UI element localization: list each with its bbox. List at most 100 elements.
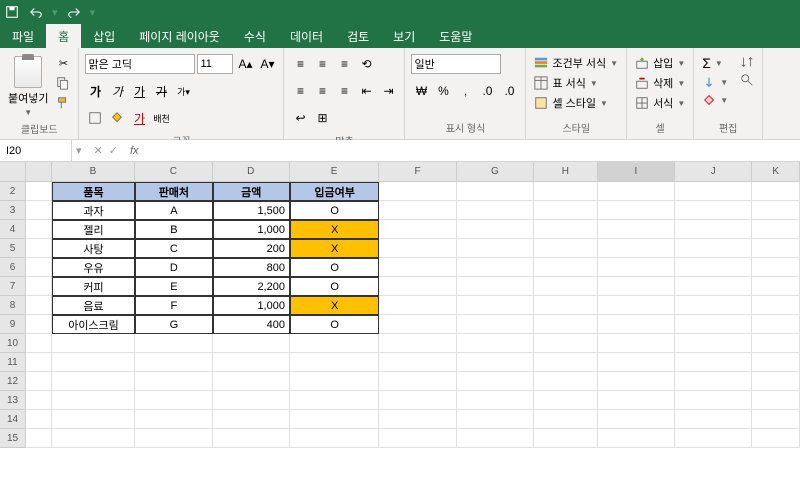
cell-C10[interactable] (135, 334, 212, 353)
comma-icon[interactable]: , (455, 81, 475, 101)
namebox-dropdown-icon[interactable]: ▾ (72, 144, 86, 157)
cell-E7[interactable]: O (290, 277, 379, 296)
format-painter-icon[interactable] (54, 94, 72, 112)
cell-A15[interactable] (26, 429, 52, 448)
cell-J6[interactable] (675, 258, 752, 277)
cell-J12[interactable] (675, 372, 752, 391)
cell-K3[interactable] (752, 201, 800, 220)
cell-C11[interactable] (135, 353, 212, 372)
row-header-2[interactable]: 2 (0, 182, 26, 201)
row-header-5[interactable]: 5 (0, 239, 26, 258)
cell-D15[interactable] (213, 429, 290, 448)
hanja-button[interactable]: 배천 (151, 108, 171, 128)
cell-E15[interactable] (290, 429, 379, 448)
name-box[interactable] (0, 140, 72, 161)
cell-K12[interactable] (752, 372, 800, 391)
row-header-3[interactable]: 3 (0, 201, 26, 220)
cell-F7[interactable] (379, 277, 456, 296)
paste-button[interactable]: 붙여넣기 ▼ (6, 54, 50, 119)
cell-E3[interactable]: O (290, 201, 379, 220)
italic-button[interactable]: 가 (107, 81, 127, 101)
cell-K11[interactable] (752, 353, 800, 372)
cell-style-button[interactable]: 셀 스타일 ▼ (532, 94, 620, 112)
cancel-formula-icon[interactable]: ✕ (94, 144, 103, 157)
indent-increase-icon[interactable]: ⇥ (378, 81, 398, 101)
cell-H14[interactable] (534, 410, 598, 429)
cell-D6[interactable]: 800 (213, 258, 290, 277)
save-icon[interactable] (4, 4, 20, 20)
cell-C12[interactable] (135, 372, 212, 391)
cell-I11[interactable] (598, 353, 675, 372)
cell-G7[interactable] (457, 277, 534, 296)
cell-C9[interactable]: G (135, 315, 212, 334)
cell-A10[interactable] (26, 334, 52, 353)
col-header-C[interactable]: C (135, 162, 212, 182)
cell-I13[interactable] (598, 391, 675, 410)
cell-F14[interactable] (379, 410, 456, 429)
tab-파일[interactable]: 파일 (0, 24, 46, 48)
cell-K8[interactable] (752, 296, 800, 315)
cell-F5[interactable] (379, 239, 456, 258)
align-bottom-icon[interactable]: ≡ (334, 54, 354, 74)
row-header-14[interactable]: 14 (0, 410, 26, 429)
percent-icon[interactable]: % (433, 81, 453, 101)
cell-H12[interactable] (534, 372, 598, 391)
cell-H7[interactable] (534, 277, 598, 296)
copy-icon[interactable] (54, 74, 72, 92)
cell-A9[interactable] (26, 315, 52, 334)
cell-G2[interactable] (457, 182, 534, 201)
cell-E13[interactable] (290, 391, 379, 410)
cell-G5[interactable] (457, 239, 534, 258)
format-cells-button[interactable]: 서식 ▼ (633, 94, 687, 112)
font-name-select[interactable] (85, 54, 195, 74)
select-all-corner[interactable] (0, 162, 26, 182)
cell-J14[interactable] (675, 410, 752, 429)
cell-F4[interactable] (379, 220, 456, 239)
cell-F8[interactable] (379, 296, 456, 315)
cell-H6[interactable] (534, 258, 598, 277)
redo-icon[interactable] (66, 4, 82, 20)
qat-customize[interactable]: ▾ (90, 6, 96, 19)
cell-B10[interactable] (52, 334, 135, 353)
row-header-4[interactable]: 4 (0, 220, 26, 239)
col-header-I[interactable]: I (598, 162, 675, 182)
cell-H4[interactable] (534, 220, 598, 239)
cell-B3[interactable]: 과자 (52, 201, 135, 220)
cell-H13[interactable] (534, 391, 598, 410)
cell-A13[interactable] (26, 391, 52, 410)
cell-G14[interactable] (457, 410, 534, 429)
cell-G3[interactable] (457, 201, 534, 220)
cell-D10[interactable] (213, 334, 290, 353)
cell-E10[interactable] (290, 334, 379, 353)
cell-C5[interactable]: C (135, 239, 212, 258)
cell-D8[interactable]: 1,000 (213, 296, 290, 315)
cell-A5[interactable] (26, 239, 52, 258)
cell-I7[interactable] (598, 277, 675, 296)
cell-F6[interactable] (379, 258, 456, 277)
col-header-K[interactable]: K (752, 162, 800, 182)
cell-B15[interactable] (52, 429, 135, 448)
cell-C2[interactable]: 판매처 (135, 182, 212, 201)
cell-G10[interactable] (457, 334, 534, 353)
cell-I5[interactable] (598, 239, 675, 258)
underline-button[interactable]: 가 (129, 81, 149, 101)
cut-icon[interactable]: ✂ (54, 54, 72, 72)
tab-홈[interactable]: 홈 (46, 24, 81, 48)
row-header-10[interactable]: 10 (0, 334, 26, 353)
cell-I9[interactable] (598, 315, 675, 334)
cell-E6[interactable]: O (290, 258, 379, 277)
cell-C15[interactable] (135, 429, 212, 448)
cell-K9[interactable] (752, 315, 800, 334)
cell-B13[interactable] (52, 391, 135, 410)
tab-삽입[interactable]: 삽입 (81, 24, 127, 48)
row-header-15[interactable]: 15 (0, 429, 26, 448)
cell-B6[interactable]: 우유 (52, 258, 135, 277)
col-header-G[interactable]: G (457, 162, 534, 182)
cell-C7[interactable]: E (135, 277, 212, 296)
cell-J11[interactable] (675, 353, 752, 372)
cell-K15[interactable] (752, 429, 800, 448)
font-size-select[interactable] (197, 54, 233, 74)
cell-D11[interactable] (213, 353, 290, 372)
cell-B7[interactable]: 커피 (52, 277, 135, 296)
align-left-icon[interactable]: ≡ (290, 81, 310, 101)
